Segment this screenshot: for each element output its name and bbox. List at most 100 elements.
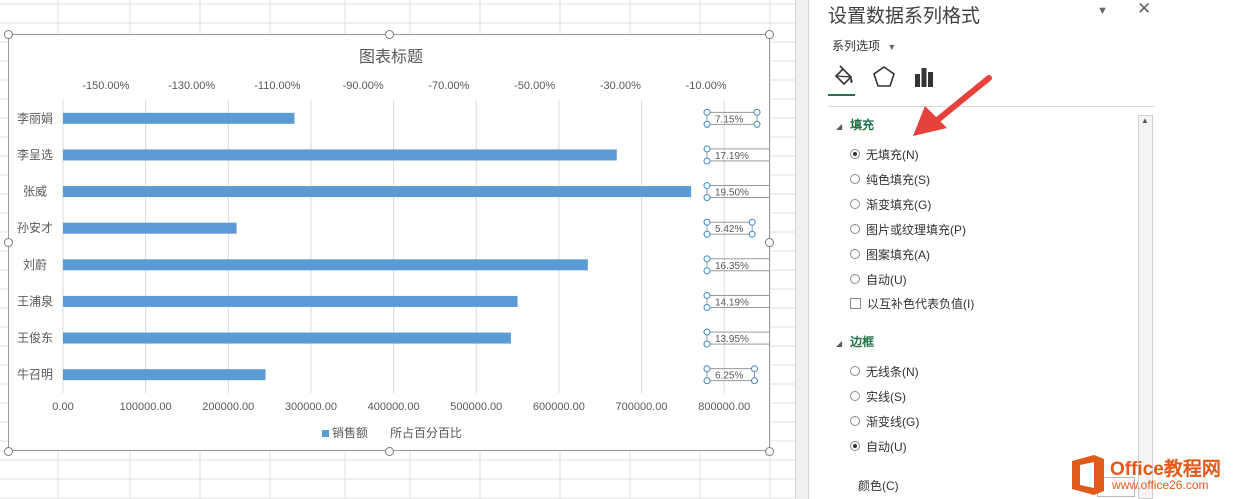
x-tick-label: 200000.00 bbox=[202, 401, 254, 413]
data-label[interactable]: 16.35% bbox=[715, 261, 749, 272]
category-label: 李丽娟 bbox=[17, 110, 53, 125]
fill-option[interactable]: 渐变填充(G) bbox=[850, 196, 931, 212]
bar-sales[interactable] bbox=[63, 369, 266, 381]
radio-button[interactable] bbox=[850, 149, 860, 159]
fill-option[interactable]: 图案填充(A) bbox=[850, 246, 930, 262]
data-label-handle[interactable] bbox=[703, 267, 711, 275]
secondary-tick-label: -30.00% bbox=[600, 80, 641, 92]
resize-handle-bottom[interactable] bbox=[385, 447, 394, 456]
bar-sales[interactable] bbox=[63, 295, 518, 307]
data-label-handle[interactable] bbox=[753, 120, 761, 128]
secondary-tick-label: -90.00% bbox=[343, 80, 384, 92]
resize-handle-bottom-left[interactable] bbox=[4, 447, 13, 456]
data-label[interactable]: 13.95% bbox=[715, 334, 749, 345]
secondary-tick-label: -130.00% bbox=[168, 80, 215, 92]
chart-title[interactable]: 图表标题 bbox=[359, 48, 423, 66]
radio-button[interactable] bbox=[850, 391, 860, 401]
fill-section-header[interactable]: ◢ 填充 bbox=[836, 116, 874, 133]
invert-if-negative-checkbox[interactable]: 以互补色代表负值(I) bbox=[850, 295, 974, 311]
radio-button[interactable] bbox=[850, 441, 860, 451]
radio-button[interactable] bbox=[850, 199, 860, 209]
radio-button[interactable] bbox=[850, 224, 860, 234]
fill-option[interactable]: 图片或纹理填充(P) bbox=[850, 221, 966, 237]
category-label: 王俊东 bbox=[17, 330, 53, 345]
bar-sales[interactable] bbox=[63, 259, 588, 271]
bar-chart[interactable]: 图表标题 -150.00% -130.00% -110.00% -90.00% -70.… bbox=[9, 35, 795, 450]
data-label-handle[interactable] bbox=[748, 218, 756, 226]
bar-sales[interactable] bbox=[63, 222, 237, 234]
data-label-handle[interactable] bbox=[703, 120, 711, 128]
data-label-handle[interactable] bbox=[751, 365, 758, 373]
border-option[interactable]: 无线条(N) bbox=[850, 363, 919, 379]
data-label-handle[interactable] bbox=[703, 340, 711, 348]
data-label-handle[interactable] bbox=[703, 218, 711, 226]
office-logo-icon bbox=[1072, 455, 1104, 495]
data-label-handle[interactable] bbox=[703, 255, 711, 263]
legend-entry[interactable]: 所占百分百比 bbox=[390, 425, 462, 440]
pane-splitter[interactable] bbox=[795, 0, 809, 499]
resize-handle-left[interactable] bbox=[4, 238, 13, 247]
fill-option[interactable]: 无填充(N) bbox=[850, 146, 919, 162]
radio-button[interactable] bbox=[850, 416, 860, 426]
resize-handle-right[interactable] bbox=[765, 238, 774, 247]
bar-sales[interactable] bbox=[63, 332, 511, 344]
data-label-handle[interactable] bbox=[703, 145, 711, 153]
category-label: 刘蔚 bbox=[23, 258, 47, 272]
radio-button[interactable] bbox=[850, 249, 860, 259]
pentagon-icon[interactable] bbox=[871, 64, 897, 90]
data-label-handle[interactable] bbox=[753, 108, 761, 116]
data-label-handle[interactable] bbox=[703, 377, 711, 385]
border-section-header[interactable]: ◢ 边框 bbox=[836, 333, 874, 350]
resize-handle-top-right[interactable] bbox=[765, 30, 774, 39]
bar-sales[interactable] bbox=[63, 112, 295, 124]
border-option[interactable]: 自动(U) bbox=[850, 438, 907, 454]
data-label-handle[interactable] bbox=[703, 328, 711, 336]
pane-scrollbar[interactable]: ▲ bbox=[1138, 115, 1153, 499]
data-label[interactable]: 7.15% bbox=[715, 114, 743, 125]
radio-button[interactable] bbox=[850, 366, 860, 376]
data-label-handle[interactable] bbox=[748, 230, 756, 238]
resize-handle-bottom-right[interactable] bbox=[765, 447, 774, 456]
worksheet[interactable]: 图表标题 -150.00% -130.00% -110.00% -90.00% -70.… bbox=[0, 0, 795, 499]
bar-sales[interactable] bbox=[63, 149, 617, 161]
paint-bucket-icon[interactable] bbox=[830, 64, 856, 90]
x-tick-label: 300000.00 bbox=[285, 401, 337, 413]
data-label-handle[interactable] bbox=[703, 108, 711, 116]
fill-option[interactable]: 纯色填充(S) bbox=[850, 171, 930, 187]
close-icon[interactable]: ✕ bbox=[1137, 0, 1151, 19]
scroll-up-icon[interactable]: ▲ bbox=[1141, 116, 1149, 125]
data-label[interactable]: 14.19% bbox=[715, 297, 749, 308]
color-label: 颜色(C) bbox=[858, 479, 899, 493]
legend-entry[interactable]: 销售额 bbox=[332, 425, 368, 440]
data-label-handle[interactable] bbox=[703, 194, 711, 202]
data-label-handle[interactable] bbox=[703, 365, 711, 373]
data-label[interactable]: 17.19% bbox=[715, 151, 749, 162]
data-label-handle[interactable] bbox=[703, 182, 711, 190]
radio-button[interactable] bbox=[850, 274, 860, 284]
data-label-handle[interactable] bbox=[703, 303, 711, 311]
checkbox-box[interactable] bbox=[850, 297, 861, 309]
series-options-dropdown[interactable]: 系列选项 ▼ bbox=[832, 37, 896, 54]
data-label[interactable]: 6.25% bbox=[715, 371, 743, 382]
secondary-tick-label: -70.00% bbox=[428, 80, 469, 92]
pane-options-chevron-icon[interactable]: ▼ bbox=[1097, 5, 1108, 17]
chart-area[interactable]: 图表标题 -150.00% -130.00% -110.00% -90.00% -70.… bbox=[8, 34, 795, 451]
fill-option-label: 无填充(N) bbox=[866, 147, 919, 162]
data-label-handle[interactable] bbox=[703, 291, 711, 299]
data-label[interactable]: 5.42% bbox=[715, 224, 743, 235]
fill-option[interactable]: 自动(U) bbox=[850, 271, 907, 287]
resize-handle-top-left[interactable] bbox=[4, 30, 13, 39]
x-tick-label: 100000.00 bbox=[120, 401, 172, 413]
data-label-handle[interactable] bbox=[751, 377, 758, 385]
selected-tab-indicator bbox=[828, 94, 855, 96]
data-label-handle[interactable] bbox=[703, 230, 711, 238]
bar-sales[interactable] bbox=[63, 186, 692, 198]
collapse-triangle-icon: ◢ bbox=[836, 122, 843, 131]
secondary-tick-label: -110.00% bbox=[254, 80, 300, 92]
border-option[interactable]: 实线(S) bbox=[850, 388, 906, 404]
resize-handle-top[interactable] bbox=[385, 30, 394, 39]
data-label[interactable]: 19.50% bbox=[715, 188, 749, 199]
data-label-handle[interactable] bbox=[703, 157, 711, 165]
border-option[interactable]: 渐变线(G) bbox=[850, 413, 919, 429]
radio-button[interactable] bbox=[850, 174, 860, 184]
